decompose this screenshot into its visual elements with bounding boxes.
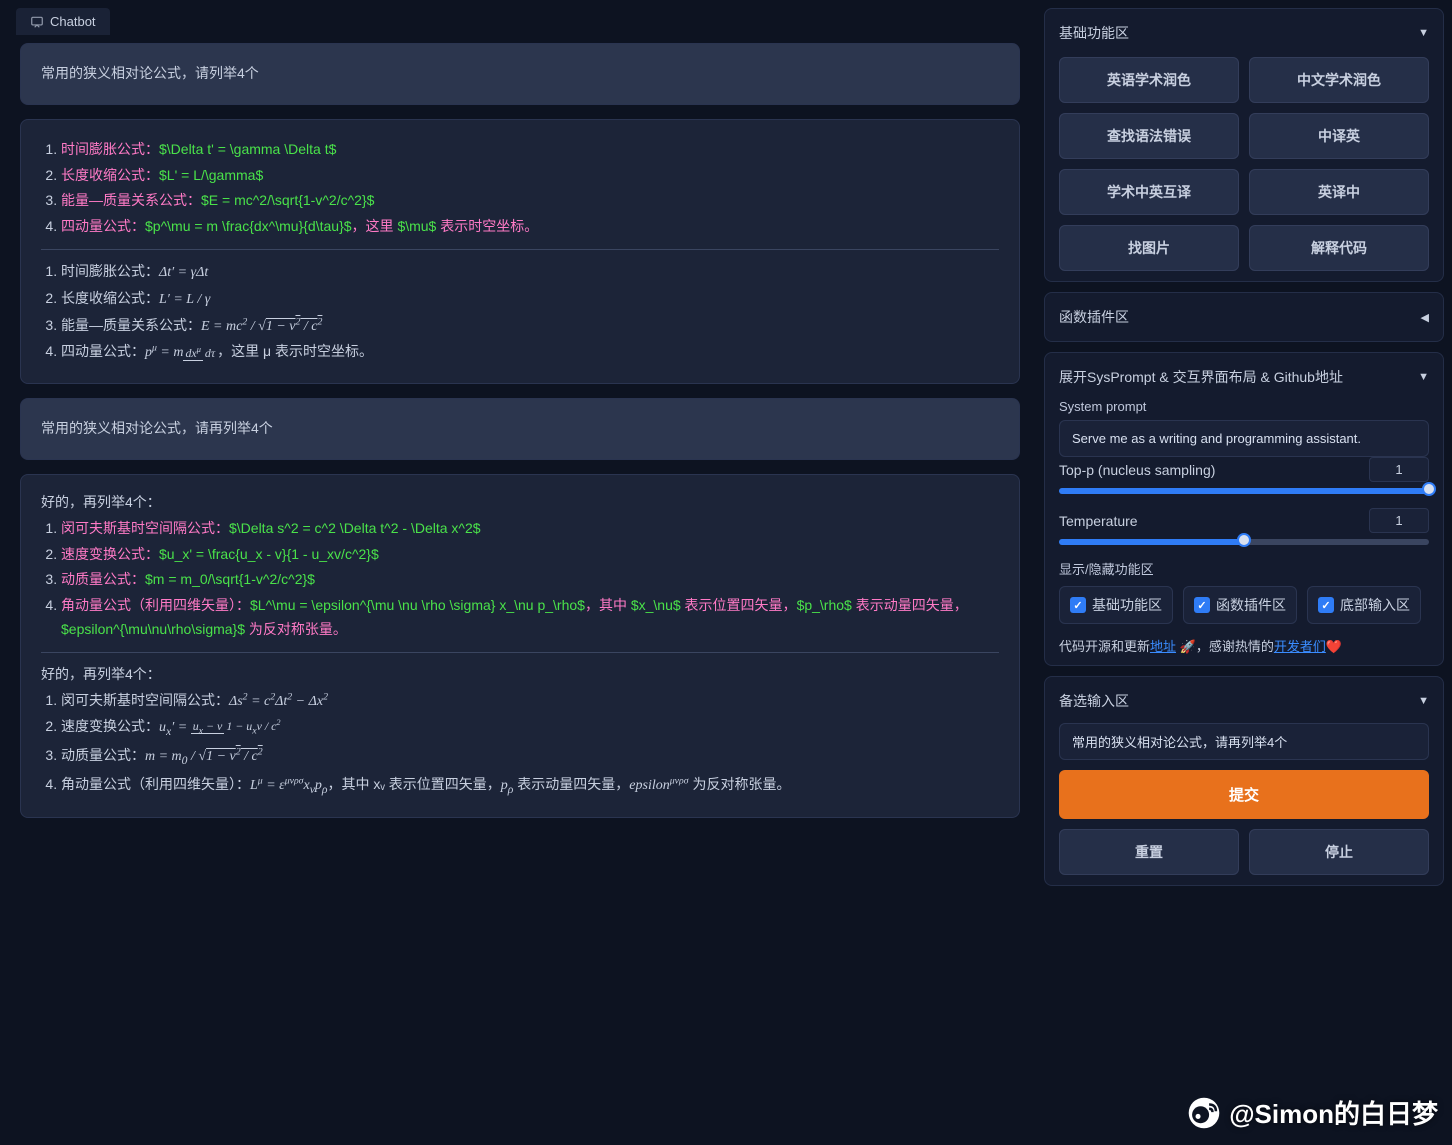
top-p-value[interactable]: 1 [1369, 457, 1429, 482]
user-message: 常用的狭义相对论公式，请再列举4个 [20, 398, 1020, 460]
top-p-label: Top-p (nucleus sampling) [1059, 462, 1359, 478]
caret-left-icon: ◀ [1421, 311, 1429, 324]
chat-log: 常用的狭义相对论公式，请列举4个 时间膨胀公式：$\Delta t' = \ga… [8, 43, 1032, 1137]
chat-icon [30, 15, 44, 29]
checkbox-icon: ✓ [1318, 597, 1334, 613]
system-prompt-input[interactable] [1059, 420, 1429, 457]
panel-functions: 函数插件区 ◀ [1044, 292, 1444, 342]
checkbox-icon: ✓ [1194, 597, 1210, 613]
repo-link[interactable]: 地址 [1150, 639, 1176, 654]
btn-en-to-zh[interactable]: 英译中 [1249, 169, 1429, 215]
panel-input-header[interactable]: 备选输入区 ▼ [1059, 687, 1429, 715]
btn-explain-code[interactable]: 解释代码 [1249, 225, 1429, 271]
panel-basic: 基础功能区 ▼ 英语学术润色 中文学术润色 查找语法错误 中译英 学术中英互译 … [1044, 8, 1444, 282]
user-message: 常用的狭义相对论公式，请列举4个 [20, 43, 1020, 105]
submit-button[interactable]: 提交 [1059, 770, 1429, 819]
alt-input-field[interactable] [1059, 723, 1429, 760]
caret-down-icon: ▼ [1418, 27, 1429, 39]
panel-sysprompt: 展开SysPrompt & 交互界面布局 & Github地址 ▼ System… [1044, 352, 1444, 666]
temperature-label: Temperature [1059, 513, 1359, 529]
temperature-value[interactable]: 1 [1369, 508, 1429, 533]
devs-link[interactable]: 开发者们 [1274, 639, 1326, 654]
check-bottom-input[interactable]: ✓底部输入区 [1307, 586, 1421, 624]
caret-down-icon: ▼ [1418, 371, 1429, 383]
tab-chatbot[interactable]: Chatbot [16, 8, 110, 35]
btn-english-polish[interactable]: 英语学术润色 [1059, 57, 1239, 103]
reset-button[interactable]: 重置 [1059, 829, 1239, 875]
caret-down-icon: ▼ [1418, 695, 1429, 707]
panel-functions-header[interactable]: 函数插件区 ◀ [1059, 303, 1429, 331]
stop-button[interactable]: 停止 [1249, 829, 1429, 875]
panel-sysprompt-header[interactable]: 展开SysPrompt & 交互界面布局 & Github地址 ▼ [1059, 363, 1429, 391]
check-basic-area[interactable]: ✓基础功能区 [1059, 586, 1173, 624]
panel-basic-header[interactable]: 基础功能区 ▼ [1059, 19, 1429, 47]
system-prompt-label: System prompt [1059, 399, 1429, 414]
temperature-slider[interactable] [1059, 539, 1429, 545]
btn-zh-to-en[interactable]: 中译英 [1249, 113, 1429, 159]
assistant-message: 好的，再列举4个： 闵可夫斯基时空间隔公式：$\Delta s^2 = c^2 … [20, 474, 1020, 818]
tab-label: Chatbot [50, 14, 96, 29]
footer-credits: 代码开源和更新地址 🚀，感谢热情的开发者们❤️ [1059, 636, 1429, 655]
btn-find-image[interactable]: 找图片 [1059, 225, 1239, 271]
tab-bar: Chatbot [8, 8, 1032, 35]
panel-input: 备选输入区 ▼ 提交 重置 停止 [1044, 676, 1444, 886]
visibility-label: 显示/隐藏功能区 [1059, 559, 1429, 578]
btn-grammar-check[interactable]: 查找语法错误 [1059, 113, 1239, 159]
btn-academic-translate[interactable]: 学术中英互译 [1059, 169, 1239, 215]
btn-chinese-polish[interactable]: 中文学术润色 [1249, 57, 1429, 103]
assistant-message: 时间膨胀公式：$\Delta t' = \gamma \Delta t$ 长度收… [20, 119, 1020, 384]
checkbox-icon: ✓ [1070, 597, 1086, 613]
check-func-area[interactable]: ✓函数插件区 [1183, 586, 1297, 624]
top-p-slider[interactable] [1059, 488, 1429, 494]
